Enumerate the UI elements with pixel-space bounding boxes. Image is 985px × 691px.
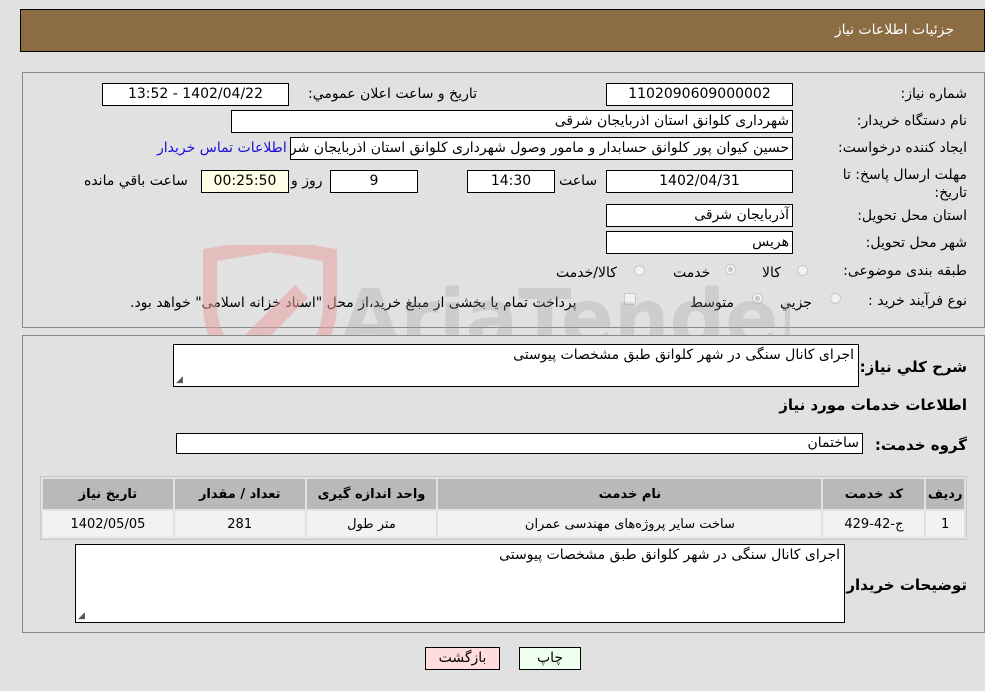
- buyer-notes-textarea[interactable]: اجرای کانال سنگی در شهر کلوانق طبق مشخصا…: [75, 544, 845, 623]
- province-field: آذربایجان شرقی: [606, 204, 793, 227]
- category-label: طبقه بندی موضوعی:: [843, 263, 967, 279]
- category-option-goods: کالا: [762, 265, 781, 281]
- need-number-label: شماره نیاز:: [900, 86, 968, 102]
- col-row-number: ردیف: [926, 479, 964, 509]
- buyer-org-label: نام دستگاه خريدار:: [856, 113, 967, 129]
- cell-need-date: 1402/05/05: [43, 511, 173, 537]
- purchase-option-minor: جزیي: [780, 295, 812, 311]
- cell-unit: متر طول: [306, 511, 437, 537]
- page-header: جزئیات اطلاعات نیاز: [20, 9, 985, 52]
- category-radio-goods-service[interactable]: [634, 265, 645, 276]
- cell-service-code: ج-42-429: [823, 511, 925, 537]
- category-option-service: خدمت: [673, 265, 711, 281]
- purchase-option-medium: متوسط: [690, 295, 734, 311]
- general-desc-textarea[interactable]: اجرای کانال سنگی در شهر کلوانق طبق مشخصا…: [173, 344, 859, 387]
- purchase-radio-minor[interactable]: [830, 293, 841, 304]
- purchase-type-label: نوع فرآیند خرید :: [868, 293, 967, 309]
- services-section-title: اطلاعات خدمات مورد نیاز: [779, 396, 967, 414]
- service-group-label: گروه خدمت:: [874, 436, 967, 454]
- requester-field: حسین کیوان پور کلوانق حسابدار و مامور وص…: [290, 137, 793, 160]
- buyer-notes-text: اجرای کانال سنگی در شهر کلوانق طبق مشخصا…: [499, 547, 840, 563]
- remaining-time-field: 00:25:50: [201, 170, 289, 193]
- general-desc-label: شرح کلي نیاز:: [859, 358, 967, 376]
- purchase-radio-medium[interactable]: [752, 293, 763, 304]
- announce-datetime-field: 1402/04/22 - 13:52: [102, 83, 289, 106]
- deadline-time-field: 14:30: [467, 170, 555, 193]
- city-label: شهر محل تحویل:: [865, 235, 967, 251]
- need-number-field: 1102090609000002: [606, 83, 793, 106]
- deadline-label: مهلت ارسال پاسخ: تا تاریخ:: [842, 167, 967, 201]
- col-service-code: کد خدمت: [823, 479, 925, 509]
- category-radio-service[interactable]: [725, 264, 736, 275]
- cell-service-name: ساخت سایر پروژه‌های مهندسی عمران: [438, 511, 822, 537]
- treasury-checkbox[interactable]: [624, 293, 636, 305]
- category-option-goods-service: کالا/خدمت: [556, 265, 617, 281]
- announce-datetime-label: تاریخ و ساعت اعلان عمومي:: [308, 86, 477, 102]
- buyer-contact-link[interactable]: اطلاعات تماس خریدار: [157, 140, 287, 156]
- cell-quantity: 281: [174, 511, 305, 537]
- col-quantity: تعداد / مقدار: [174, 479, 305, 509]
- services-table: ردیف کد خدمت نام خدمت واحد اندازه گیری ت…: [40, 476, 967, 540]
- category-radio-goods[interactable]: [797, 265, 808, 276]
- cell-row-number: 1: [926, 511, 964, 537]
- table-row: 1 ج-42-429 ساخت سایر پروژه‌های مهندسی عم…: [43, 511, 964, 537]
- back-button[interactable]: بازگشت: [425, 647, 500, 670]
- requester-label: ایجاد کننده درخواست:: [838, 140, 967, 156]
- col-need-date: تاریخ نیاز: [43, 479, 173, 509]
- deadline-time-label: ساعت: [559, 173, 598, 189]
- city-field: هریس: [606, 231, 793, 254]
- buyer-notes-label: توضیحات خریدار:: [840, 576, 967, 594]
- deadline-days-field: 9: [330, 170, 418, 193]
- print-button[interactable]: چاپ: [519, 647, 581, 670]
- days-label: روز و: [291, 173, 323, 189]
- general-desc-text: اجرای کانال سنگی در شهر کلوانق طبق مشخصا…: [513, 347, 854, 363]
- remaining-time-label: ساعت باقي مانده: [84, 173, 188, 189]
- buyer-org-field: شهرداری کلوانق استان اذربایجان شرقی: [231, 110, 793, 133]
- service-group-field: ساختمان: [176, 433, 863, 454]
- col-service-name: نام خدمت: [438, 479, 822, 509]
- province-label: استان محل تحویل:: [857, 208, 967, 224]
- page-title: جزئیات اطلاعات نیاز: [834, 22, 954, 38]
- resize-grip-icon[interactable]: ◢: [78, 611, 85, 621]
- resize-grip-icon[interactable]: ◢: [176, 375, 183, 385]
- table-header-row: ردیف کد خدمت نام خدمت واحد اندازه گیری ت…: [43, 479, 964, 509]
- deadline-date-field: 1402/04/31: [606, 170, 793, 193]
- col-unit: واحد اندازه گیری: [306, 479, 437, 509]
- treasury-note: پرداخت تمام یا بخشی از مبلغ خرید،از محل …: [130, 295, 577, 311]
